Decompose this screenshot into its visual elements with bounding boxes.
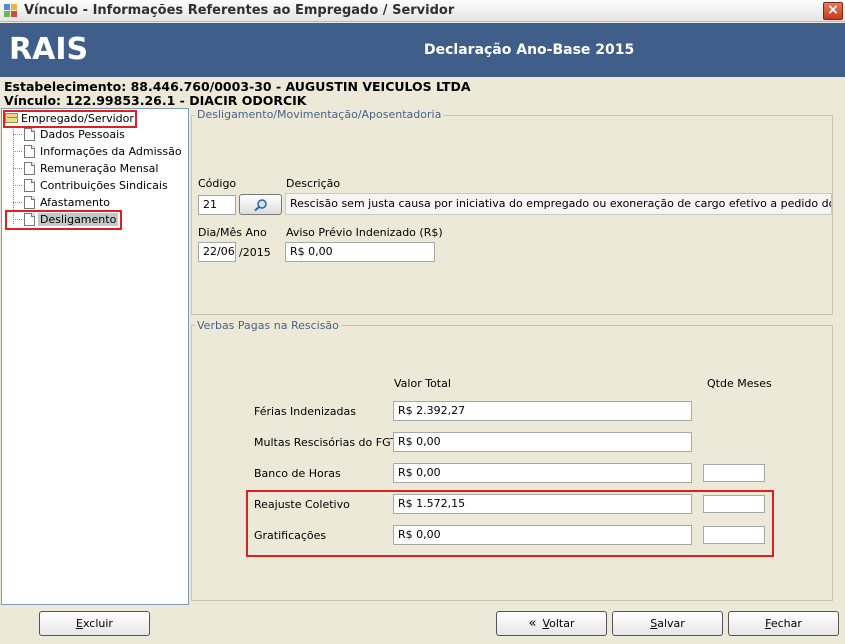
ano-value: /2015 bbox=[239, 246, 271, 259]
tree-item-informacoes-admissao[interactable]: Informações da Admissão bbox=[13, 143, 184, 160]
close-button[interactable]: × bbox=[823, 2, 843, 20]
tree-item-label: Desligamento bbox=[38, 213, 119, 226]
dia-mes-ano-label: Dia/Mês Ano bbox=[198, 226, 267, 239]
salvar-label: alvar bbox=[657, 617, 685, 630]
group-desligamento bbox=[191, 115, 833, 315]
reajuste-coletivo-qtde-field[interactable] bbox=[703, 495, 765, 513]
banco-horas-label: Banco de Horas bbox=[254, 467, 341, 480]
tree-item-label: Remuneração Mensal bbox=[40, 162, 159, 175]
banner: RAIS Declaração Ano-Base 2015 bbox=[0, 23, 845, 77]
multas-fgts-label: Multas Rescisórias do FGTS bbox=[254, 436, 404, 449]
group-verbas-legend: Verbas Pagas na Rescisão bbox=[195, 319, 341, 332]
voltar-label: oltar bbox=[549, 617, 575, 630]
magnifier-icon bbox=[254, 199, 267, 212]
document-icon bbox=[24, 128, 35, 141]
estabelecimento-info: Estabelecimento: 88.446.760/0003-30 - AU… bbox=[4, 79, 471, 94]
search-codigo-button[interactable] bbox=[239, 194, 282, 215]
aviso-previo-field[interactable]: R$ 0,00 bbox=[285, 242, 435, 262]
vinculo-info: Vínculo: 122.99853.26.1 - DIACIR ODORCIK bbox=[4, 93, 307, 108]
folder-icon bbox=[5, 113, 18, 123]
tree-item-afastamento[interactable]: Afastamento bbox=[13, 194, 112, 211]
gratificacoes-qtde-field[interactable] bbox=[703, 526, 765, 544]
document-icon bbox=[24, 196, 35, 209]
group-desligamento-legend: Desligamento/Movimentação/Aposentadoria bbox=[195, 108, 444, 121]
reajuste-coletivo-label: Reajuste Coletivo bbox=[254, 498, 350, 511]
excluir-button[interactable]: Excluir bbox=[39, 611, 150, 636]
dia-mes-field[interactable]: 22/06 bbox=[198, 242, 236, 262]
app-icon bbox=[4, 4, 18, 18]
tree-item-dados-pessoais[interactable]: Dados Pessoais bbox=[13, 126, 127, 143]
excluir-mnemonic: E bbox=[76, 617, 83, 630]
tree-item-label: Afastamento bbox=[40, 196, 111, 209]
descricao-label: Descrição bbox=[286, 177, 341, 190]
salvar-button[interactable]: Salvar bbox=[612, 611, 723, 636]
tree-item-label: Informações da Admissão bbox=[40, 145, 182, 158]
rais-logo: RAIS bbox=[9, 32, 89, 67]
document-icon bbox=[24, 179, 35, 192]
codigo-label: Código bbox=[198, 177, 237, 190]
tree-item-label: Contribuições Sindicais bbox=[40, 179, 168, 192]
qtde-meses-header: Qtde Meses bbox=[707, 377, 772, 390]
banco-horas-field[interactable]: R$ 0,00 bbox=[393, 463, 692, 483]
navigation-tree: Empregado/Servidor Dados Pessoais Inform… bbox=[1, 108, 189, 605]
tree-item-contribuicoes-sindicais[interactable]: Contribuições Sindicais bbox=[13, 177, 170, 194]
tree-item-remuneracao-mensal[interactable]: Remuneração Mensal bbox=[13, 160, 160, 177]
descricao-field: Rescisão sem justa causa por iniciativa … bbox=[285, 193, 832, 215]
tree-root-label: Empregado/Servidor bbox=[21, 112, 134, 125]
title-bar: Vínculo - Informações Referentes ao Empr… bbox=[0, 0, 845, 22]
gratificacoes-field[interactable]: R$ 0,00 bbox=[393, 525, 692, 545]
gratificacoes-label: Gratificações bbox=[254, 529, 327, 542]
ferias-label: Férias Indenizadas bbox=[254, 405, 357, 418]
window-title: Vínculo - Informações Referentes ao Empr… bbox=[24, 3, 455, 18]
document-icon bbox=[24, 213, 35, 226]
excluir-label: xcluir bbox=[82, 617, 113, 630]
double-chevron-left-icon: « bbox=[528, 616, 537, 631]
ferias-field[interactable]: R$ 2.392,27 bbox=[393, 401, 692, 421]
aviso-previo-label: Aviso Prévio Indenizado (R$) bbox=[286, 226, 443, 239]
voltar-button[interactable]: «Voltar bbox=[496, 611, 607, 636]
document-icon bbox=[24, 145, 35, 158]
close-icon: × bbox=[827, 2, 839, 18]
banner-title: Declaração Ano-Base 2015 bbox=[424, 42, 635, 58]
tree-item-desligamento[interactable]: Desligamento bbox=[13, 211, 119, 228]
fechar-button[interactable]: Fechar bbox=[728, 611, 839, 636]
fechar-label: echar bbox=[770, 617, 802, 630]
document-icon bbox=[24, 162, 35, 175]
banco-horas-qtde-field[interactable] bbox=[703, 464, 765, 482]
codigo-field[interactable]: 21 bbox=[198, 195, 236, 215]
tree-item-label: Dados Pessoais bbox=[40, 128, 125, 141]
valor-total-header: Valor Total bbox=[394, 377, 451, 390]
reajuste-coletivo-field[interactable]: R$ 1.572,15 bbox=[393, 494, 692, 514]
multas-fgts-field[interactable]: R$ 0,00 bbox=[393, 432, 692, 452]
